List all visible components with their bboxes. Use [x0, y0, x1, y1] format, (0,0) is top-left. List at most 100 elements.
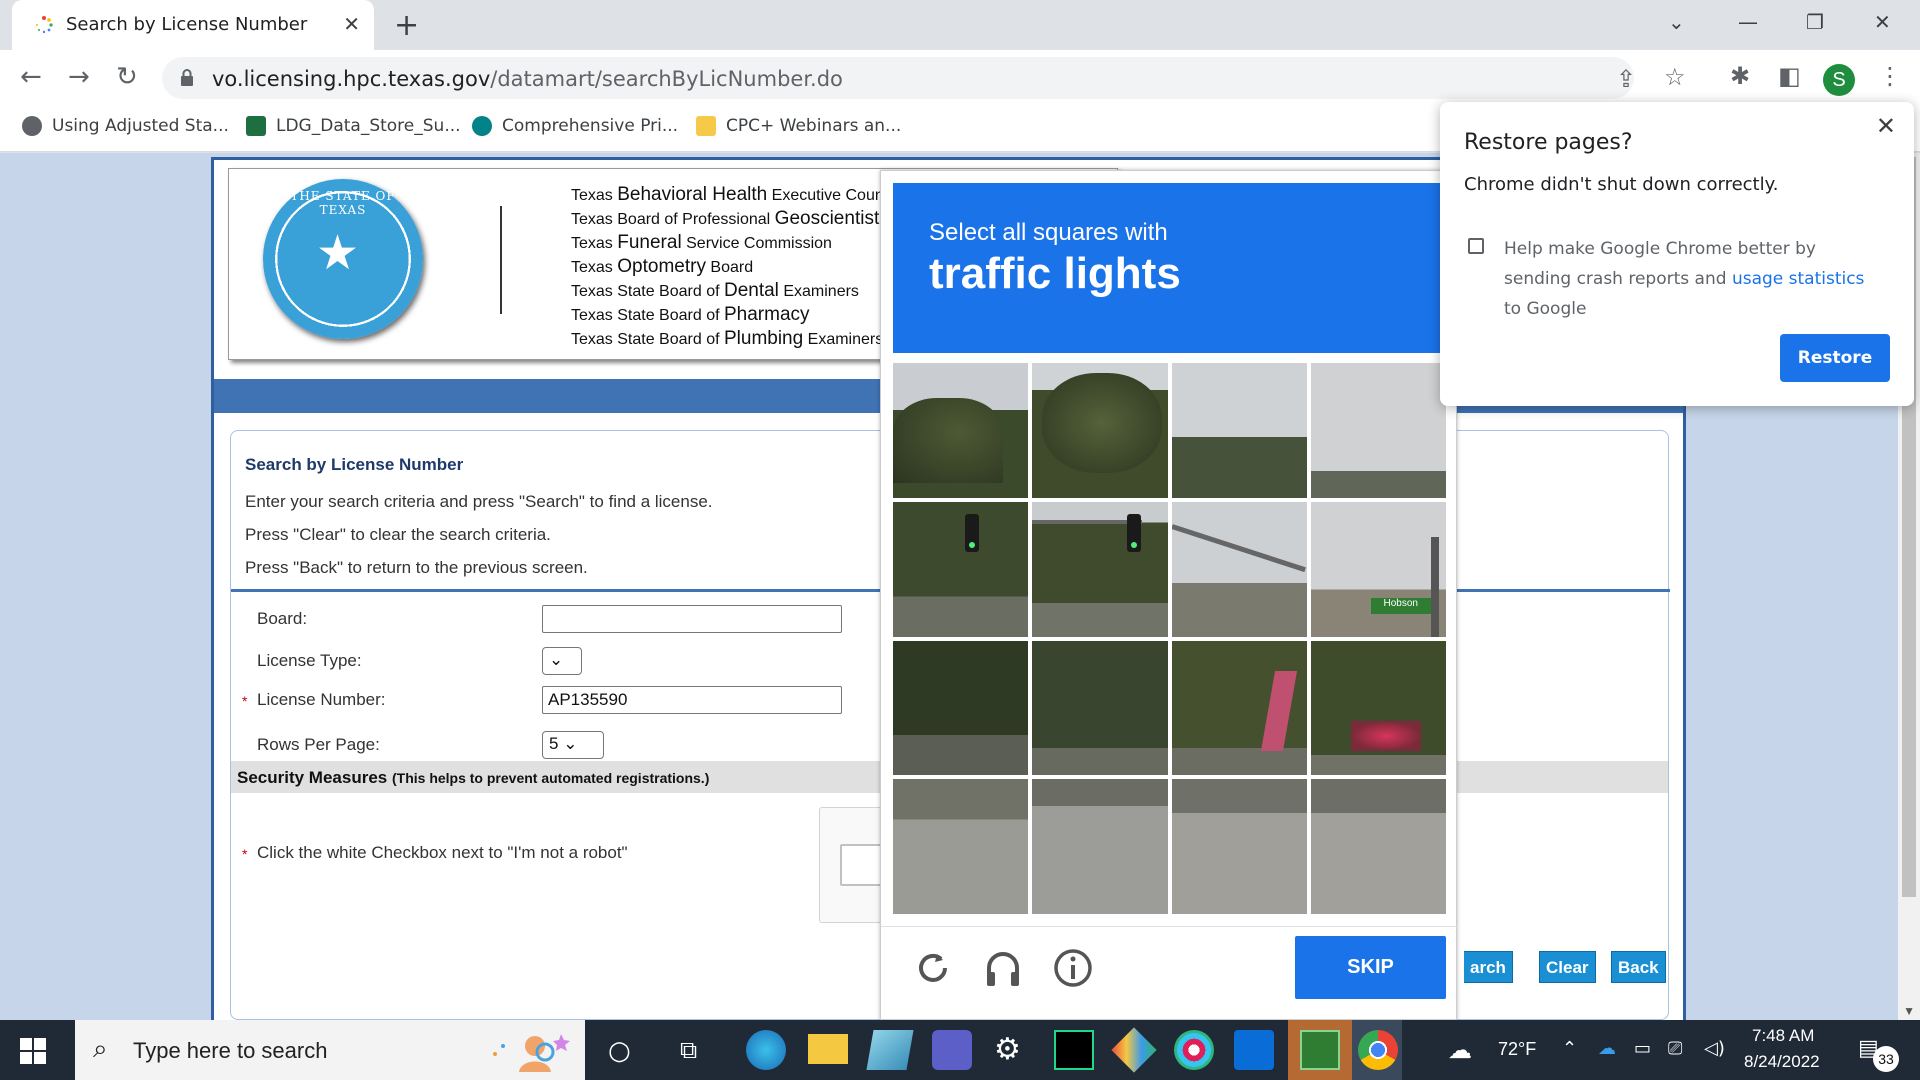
star-icon: ★	[316, 225, 360, 281]
profile-avatar[interactable]: S	[1823, 64, 1855, 96]
board-name: Texas State Board of Plumbing Examiners	[571, 328, 884, 349]
restore-pages-dialog: ✕ Restore pages? Chrome didn't shut down…	[1440, 102, 1914, 406]
chrome-icon[interactable]	[1358, 1030, 1398, 1070]
restore-window-icon[interactable]: ❐	[1806, 10, 1824, 34]
scroll-down-arrow-icon[interactable]: ▼	[1903, 1004, 1915, 1018]
extensions-puzzle-icon[interactable]: ✱	[1730, 62, 1750, 90]
git-icon[interactable]	[1111, 1027, 1157, 1073]
back-button[interactable]: Back	[1611, 951, 1666, 983]
image-tile[interactable]	[1310, 640, 1446, 776]
url-text[interactable]: vo.licensing.hpc.texas.gov/datamart/sear…	[212, 67, 843, 91]
rows-per-page-label: Rows Per Page:	[257, 735, 380, 754]
image-tile[interactable]: Hobson	[1310, 501, 1446, 637]
pycharm-icon[interactable]	[1054, 1030, 1094, 1070]
usage-statistics-link[interactable]: usage statistics	[1732, 269, 1864, 289]
app-s-icon[interactable]	[1234, 1030, 1274, 1070]
image-tile[interactable]	[1310, 363, 1446, 498]
share-icon[interactable]: ⇪	[1616, 65, 1636, 93]
image-tile[interactable]	[1032, 363, 1168, 498]
crash-report-label: Help make Google Chrome better by sendin…	[1504, 239, 1865, 319]
texas-seal-logo: THE STATE OF TEXAS ★	[263, 179, 423, 339]
slack-icon[interactable]	[1174, 1030, 1214, 1070]
onedrive-icon[interactable]: ☁	[1598, 1038, 1616, 1059]
board-select[interactable]	[542, 605, 842, 633]
required-marker: *	[242, 846, 248, 862]
address-bar[interactable]: vo.licensing.hpc.texas.gov/datamart/sear…	[162, 57, 1686, 99]
clear-button[interactable]: Clear	[1539, 951, 1596, 983]
search-highlight-illustration-icon	[493, 1034, 570, 1072]
board-name: Texas Optometry Board	[571, 256, 754, 277]
cortana-icon[interactable]: ○	[608, 1036, 631, 1066]
bookmark-item[interactable]: Using Adjusted Sta...	[22, 116, 229, 142]
image-tile[interactable]	[893, 501, 1029, 637]
reload-icon[interactable]	[911, 946, 955, 990]
clock-time[interactable]: 7:48 AM	[1752, 1026, 1814, 1046]
image-tile[interactable]	[893, 640, 1029, 776]
back-arrow-icon[interactable]: ←	[20, 62, 42, 92]
minimize-icon[interactable]: —	[1738, 10, 1758, 34]
gear-icon[interactable]: ⚙	[994, 1032, 1021, 1067]
bookmark-item[interactable]: CPC+ Webinars an...	[696, 116, 901, 142]
media-player-icon[interactable]	[1300, 1030, 1340, 1070]
restore-button[interactable]: Restore	[1780, 334, 1890, 382]
crash-report-checkbox[interactable]	[1468, 238, 1484, 254]
side-panel-icon[interactable]: ◧	[1778, 62, 1801, 90]
tab-close-icon[interactable]: ✕	[343, 12, 360, 36]
network-icon[interactable]: ⎚	[1668, 1038, 1682, 1059]
image-tile[interactable]	[1171, 501, 1307, 637]
audio-headphones-icon[interactable]	[981, 946, 1025, 990]
bookmark-item[interactable]: LDG_Data_Store_Su...	[246, 116, 461, 142]
taskbar-search[interactable]: ⌕ Type here to search	[75, 1020, 585, 1080]
close-icon[interactable]: ✕	[1876, 112, 1896, 140]
chrome-menu-icon[interactable]: ⋮	[1878, 62, 1902, 90]
volume-icon[interactable]: ◁)	[1704, 1038, 1725, 1059]
windows-start-icon[interactable]	[20, 1038, 46, 1064]
new-tab-button[interactable]: +	[394, 8, 419, 43]
forward-arrow-icon[interactable]: →	[68, 62, 90, 92]
robot-instruction: Click the white Checkbox next to "I'm no…	[257, 843, 628, 862]
image-tile[interactable]	[1032, 501, 1168, 637]
battery-icon[interactable]: ▭	[1634, 1038, 1651, 1059]
reload-icon[interactable]: ↻	[116, 62, 138, 92]
board-row: Board:	[231, 601, 931, 637]
challenge-header: Select all squares with traffic lights	[893, 183, 1446, 353]
board-list: Texas Behavioral Health Executive Counci…	[571, 183, 891, 351]
weather-temp[interactable]: 72°F	[1498, 1039, 1536, 1060]
tab-active[interactable]: Search by License Number ✕	[12, 0, 374, 50]
info-icon[interactable]	[1051, 946, 1095, 990]
image-tile[interactable]	[893, 779, 1029, 914]
image-tile[interactable]	[1310, 779, 1446, 914]
task-view-icon[interactable]: ⧉	[680, 1036, 697, 1064]
windows-taskbar: ⌕ Type here to search ○ ⧉ ⚙ ☁ 72°F ⌃ ☁ ▭…	[0, 1020, 1920, 1080]
folder-icon	[696, 116, 716, 136]
footer-divider	[881, 926, 1458, 927]
image-tile[interactable]	[1032, 640, 1168, 776]
tab-search-chevron-icon[interactable]: ⌄	[1668, 10, 1685, 34]
bookmark-star-icon[interactable]: ☆	[1664, 63, 1686, 91]
image-tile[interactable]	[1171, 363, 1307, 498]
teams-icon[interactable]	[932, 1030, 972, 1070]
recaptcha-challenge: Select all squares with traffic lights H…	[880, 170, 1458, 1020]
street-sign: Hobson	[1370, 597, 1431, 614]
header-divider	[500, 206, 502, 314]
close-window-icon[interactable]: ✕	[1874, 10, 1891, 34]
bookmark-item[interactable]: Comprehensive Pri...	[472, 116, 678, 142]
image-tile[interactable]	[893, 363, 1029, 498]
notepad-icon[interactable]	[866, 1030, 914, 1070]
file-explorer-icon[interactable]	[808, 1034, 848, 1064]
security-title: Security Measures (This helps to prevent…	[237, 768, 710, 787]
image-tile[interactable]	[1032, 779, 1168, 914]
rows-per-page-select[interactable]: 5 ⌄	[542, 731, 604, 759]
image-tile[interactable]	[1171, 640, 1307, 776]
license-type-select[interactable]: ⌄	[542, 647, 582, 675]
skip-button[interactable]: SKIP	[1295, 936, 1446, 999]
weather-cloud-icon[interactable]: ☁	[1448, 1036, 1472, 1064]
board-name: Texas Board of Professional Geoscientist…	[571, 208, 889, 229]
edge-icon[interactable]	[746, 1030, 786, 1070]
chevron-up-icon[interactable]: ⌃	[1562, 1038, 1577, 1059]
recaptcha-checkbox[interactable]	[840, 844, 882, 886]
clock-date[interactable]: 8/24/2022	[1744, 1052, 1820, 1072]
search-button[interactable]: arch	[1464, 951, 1513, 983]
image-tile[interactable]	[1171, 779, 1307, 914]
license-number-input[interactable]: AP135590	[542, 686, 842, 714]
